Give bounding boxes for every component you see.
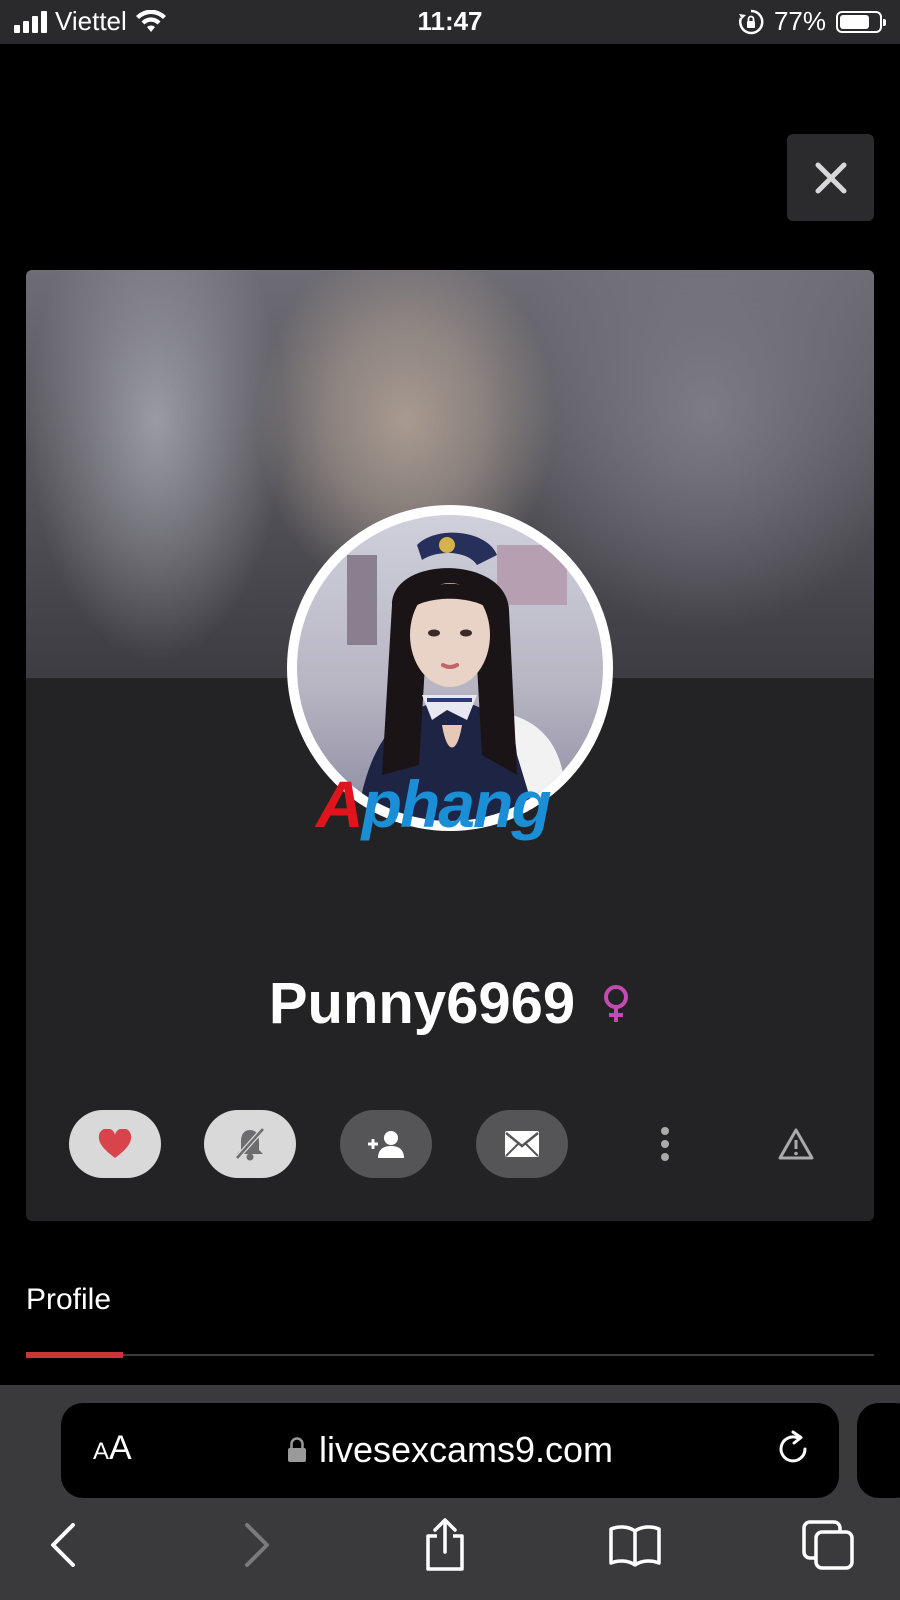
url-text: livesexcams9.com: [318, 1429, 614, 1470]
tabs-icon: [802, 1520, 854, 1570]
bookmarks-button[interactable]: [600, 1510, 670, 1580]
watermark-logo: Aphang: [316, 766, 552, 842]
rotation-lock-icon: [738, 9, 764, 34]
mute-notifications-button[interactable]: [204, 1110, 296, 1178]
action-bar: [26, 1110, 874, 1180]
add-user-icon: [368, 1131, 404, 1158]
female-gender-icon: [604, 984, 629, 1022]
share-button[interactable]: [410, 1510, 480, 1580]
tab-divider: [26, 1354, 874, 1356]
warning-icon: [778, 1128, 814, 1160]
message-button[interactable]: [476, 1110, 568, 1178]
favorite-button[interactable]: [69, 1110, 161, 1178]
tab-profile[interactable]: Profile: [26, 1283, 111, 1317]
follow-button[interactable]: [340, 1110, 432, 1178]
status-right: 77%: [738, 6, 886, 37]
browser-toolbar: AA livesexcams9.com: [0, 1385, 900, 1600]
bell-muted-icon: [235, 1127, 265, 1161]
envelope-icon: [505, 1131, 539, 1157]
browser-nav-row: [0, 1510, 900, 1590]
lock-icon: [287, 1437, 306, 1462]
next-tab-preview[interactable]: [857, 1403, 900, 1498]
close-button[interactable]: [787, 134, 874, 221]
forward-button[interactable]: [222, 1510, 292, 1580]
url-display[interactable]: livesexcams9.com: [61, 1429, 839, 1471]
report-button[interactable]: [766, 1110, 826, 1178]
username-row: Punny6969: [26, 970, 874, 1037]
more-options-button[interactable]: [635, 1110, 695, 1178]
heart-icon: [98, 1129, 132, 1158]
watermark-text: phang: [361, 767, 552, 841]
reload-button[interactable]: [775, 1429, 811, 1472]
status-bar: Viettel 11:47 77%: [0, 0, 900, 44]
more-vertical-icon: [661, 1127, 669, 1161]
back-arrow-icon: [51, 1523, 75, 1567]
active-tab-indicator: [26, 1352, 123, 1358]
profile-card: Aphang Punny6969: [26, 270, 874, 1221]
book-icon: [609, 1525, 661, 1567]
battery-percent: 77%: [773, 6, 826, 36]
back-button[interactable]: [28, 1510, 98, 1580]
reload-icon: [779, 1430, 807, 1463]
username: Punny6969: [268, 971, 576, 1036]
forward-arrow-icon: [245, 1523, 269, 1567]
battery-icon: [836, 10, 886, 33]
tabs-button[interactable]: [793, 1510, 863, 1580]
watermark-letter: A: [316, 767, 364, 841]
close-icon: [815, 162, 846, 193]
share-icon: [426, 1518, 464, 1571]
address-bar[interactable]: AA livesexcams9.com: [61, 1403, 839, 1498]
